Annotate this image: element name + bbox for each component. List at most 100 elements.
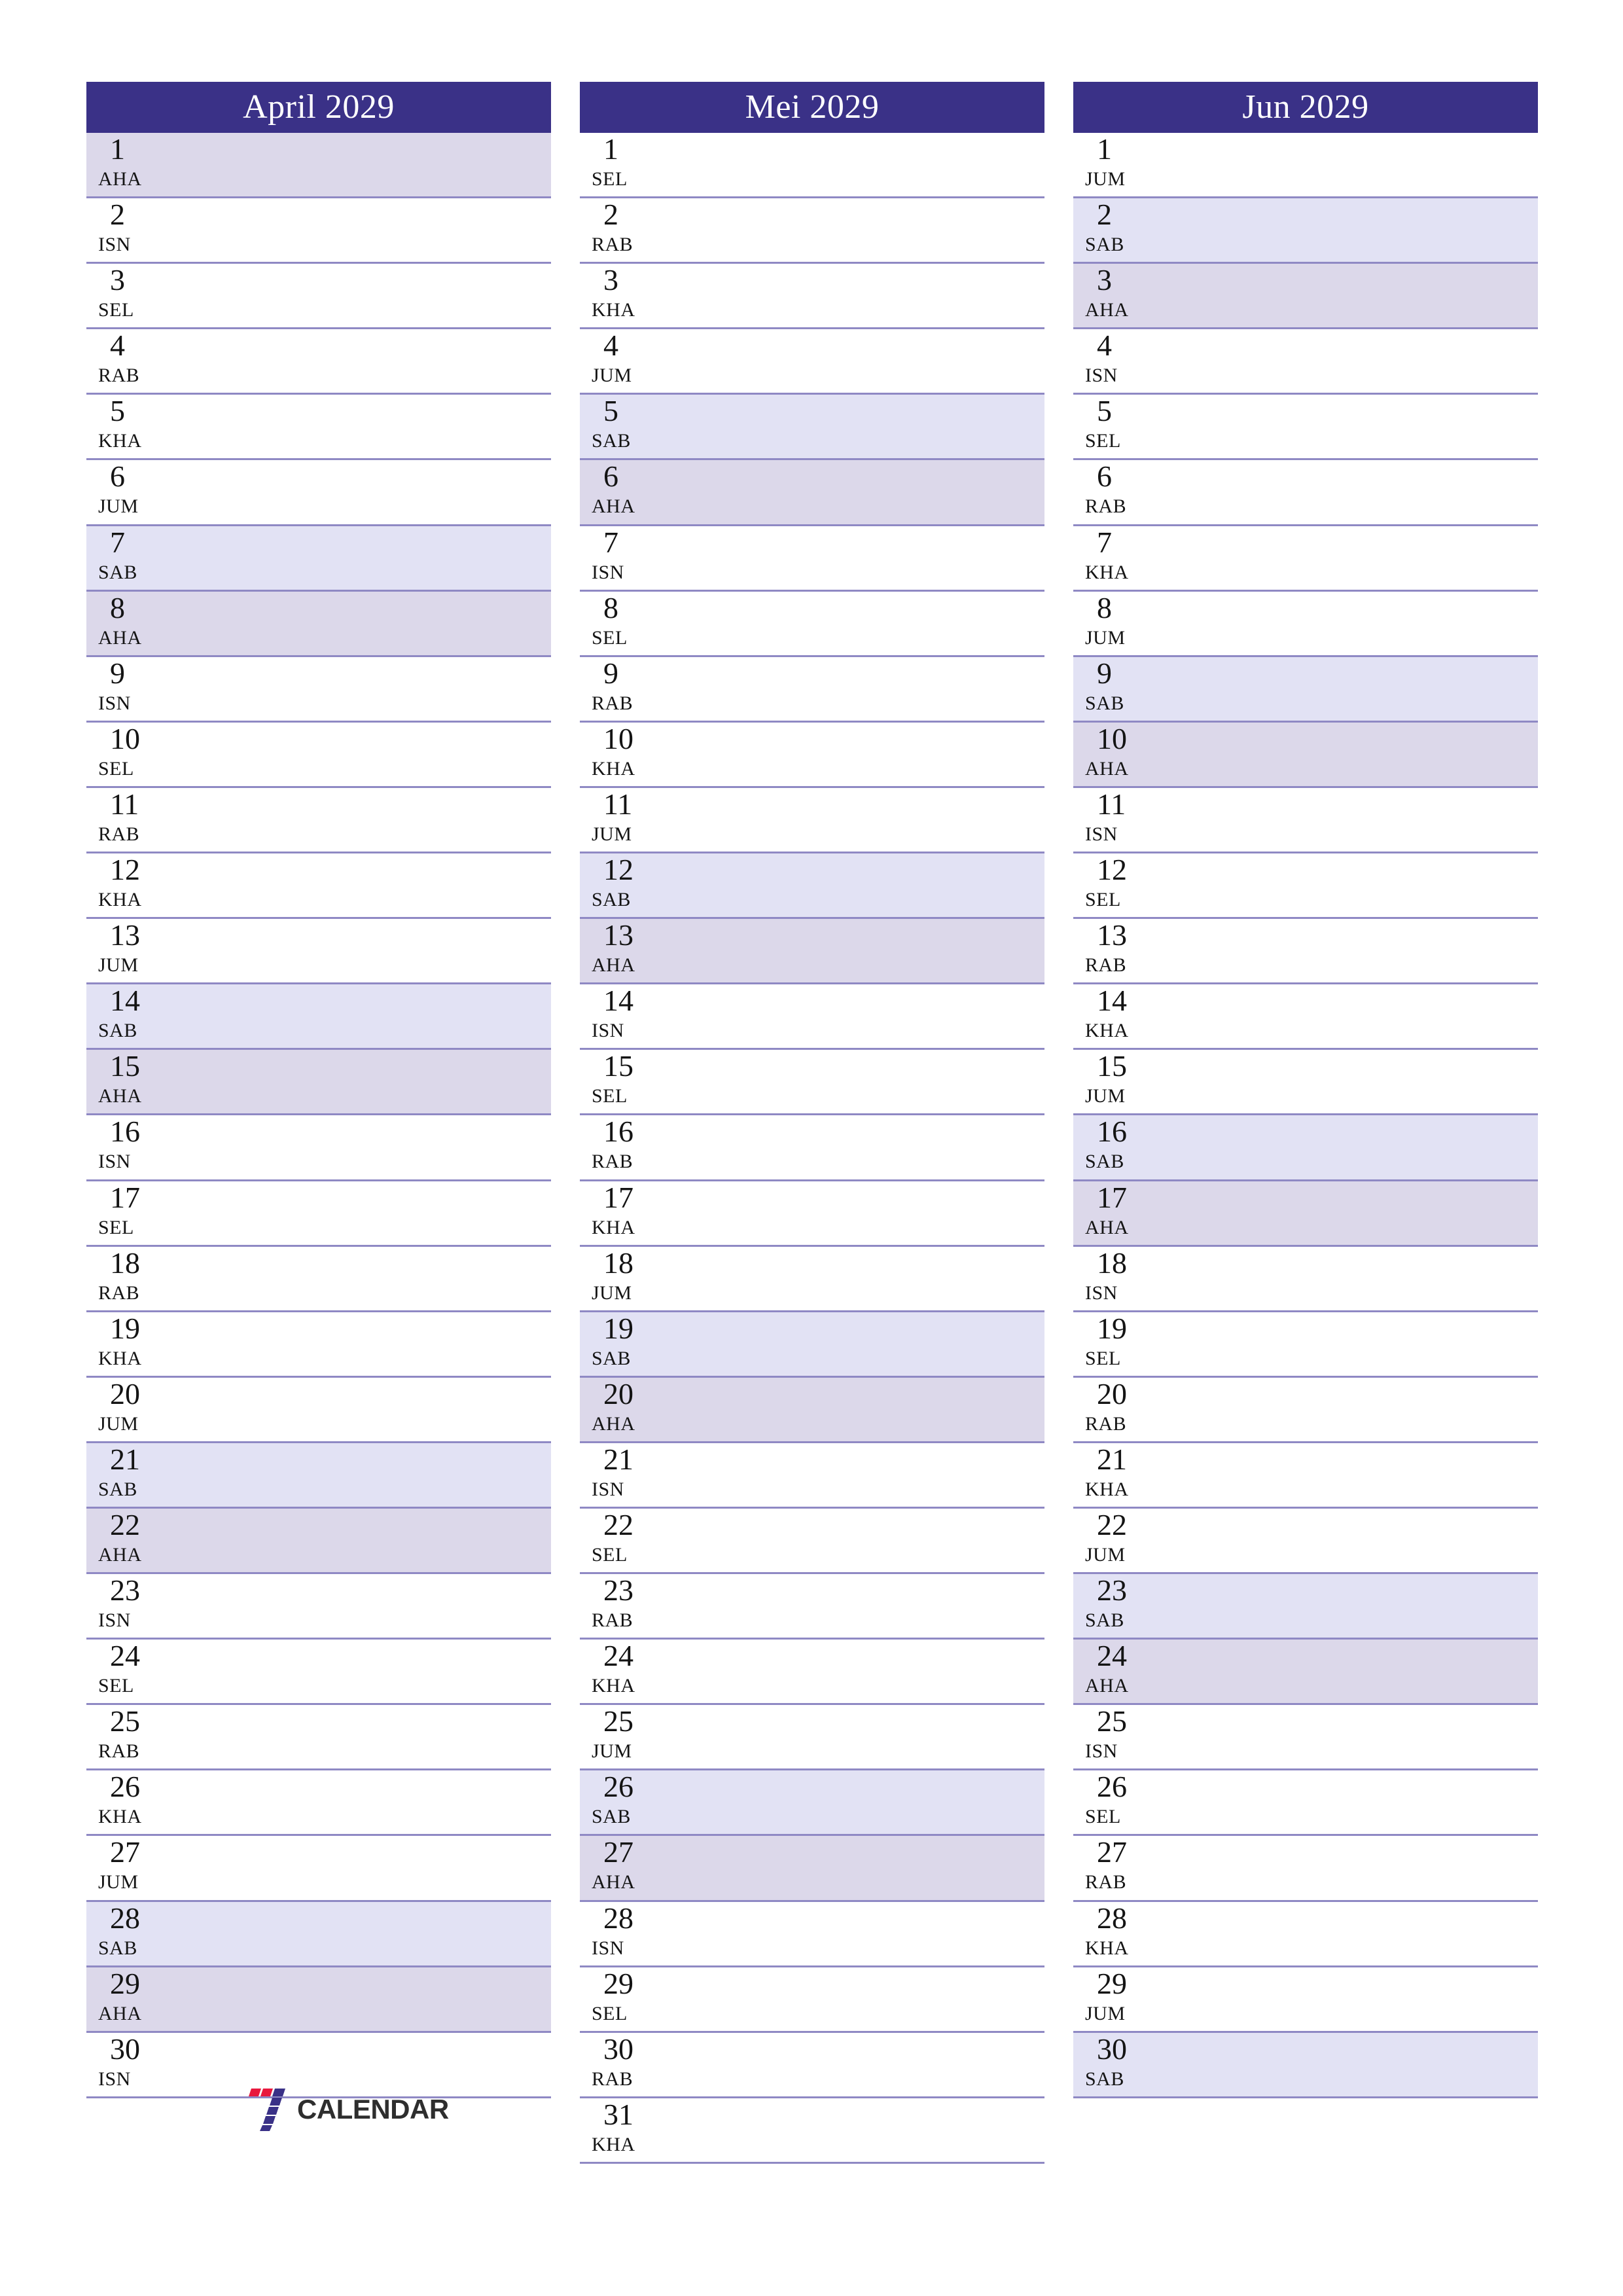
day-weekday-abbr: SAB	[592, 430, 631, 452]
day-cell[interactable]: 16 SAB	[1073, 1115, 1538, 1181]
day-cell[interactable]: 27 AHA	[580, 1836, 1044, 1902]
day-cell[interactable]: 2 SAB	[1073, 198, 1538, 264]
day-cell[interactable]: 1 JUM	[1073, 133, 1538, 199]
day-cell[interactable]: 18 ISN	[1073, 1246, 1538, 1312]
day-weekday-abbr: ISN	[592, 561, 624, 583]
day-cell[interactable]: 13 AHA	[580, 919, 1044, 985]
day-cell[interactable]: 13 RAB	[1073, 919, 1538, 985]
day-cell[interactable]: 7 SAB	[86, 526, 551, 592]
day-cell[interactable]: 9 ISN	[86, 656, 551, 723]
day-cell[interactable]: 26 SEL	[1073, 1770, 1538, 1837]
day-cell[interactable]: 30 SAB	[1073, 2032, 1538, 2098]
day-cell[interactable]: 15 SEL	[580, 1050, 1044, 1116]
day-number: 22	[110, 1508, 140, 1541]
day-cell[interactable]: 14 ISN	[580, 984, 1044, 1050]
day-weekday-abbr: KHA	[592, 757, 635, 780]
day-cell[interactable]: 31 KHA	[580, 2098, 1044, 2164]
day-weekday-abbr: AHA	[1085, 299, 1129, 321]
day-cell[interactable]: 24 SEL	[86, 1640, 551, 1706]
day-cell[interactable]: 19 KHA	[86, 1312, 551, 1378]
day-cell[interactable]: 27 JUM	[86, 1836, 551, 1902]
day-cell[interactable]: 21 SAB	[86, 1443, 551, 1509]
day-cell[interactable]: 28 ISN	[580, 1901, 1044, 1967]
day-cell[interactable]: 12 SAB	[580, 853, 1044, 920]
day-cell[interactable]: 10 AHA	[1073, 722, 1538, 788]
day-cell[interactable]: 17 KHA	[580, 1181, 1044, 1247]
day-cell[interactable]: 5 SAB	[580, 395, 1044, 461]
day-cell[interactable]: 7 ISN	[580, 526, 1044, 592]
day-cell[interactable]: 13 JUM	[86, 919, 551, 985]
day-cell[interactable]: 12 SEL	[1073, 853, 1538, 920]
day-cell[interactable]: 22 JUM	[1073, 1508, 1538, 1575]
day-cell[interactable]: 23 SAB	[1073, 1574, 1538, 1640]
day-weekday-abbr: SEL	[592, 626, 628, 649]
day-cell[interactable]: 3 SEL	[86, 264, 551, 330]
day-cell[interactable]: 8 AHA	[86, 591, 551, 657]
day-cell[interactable]: 12 KHA	[86, 853, 551, 920]
day-number: 5	[603, 395, 618, 428]
day-cell[interactable]: 27 RAB	[1073, 1836, 1538, 1902]
day-cell[interactable]: 8 JUM	[1073, 591, 1538, 657]
day-cell[interactable]: 18 JUM	[580, 1246, 1044, 1312]
day-cell[interactable]: 9 SAB	[1073, 656, 1538, 723]
day-cell[interactable]: 9 RAB	[580, 656, 1044, 723]
day-cell[interactable]: 17 AHA	[1073, 1181, 1538, 1247]
day-cell[interactable]: 4 JUM	[580, 329, 1044, 395]
day-cell[interactable]: 10 SEL	[86, 722, 551, 788]
day-cell[interactable]: 5 KHA	[86, 395, 551, 461]
day-number: 25	[110, 1705, 140, 1738]
day-cell[interactable]: 2 RAB	[580, 198, 1044, 264]
day-cell[interactable]: 1 SEL	[580, 133, 1044, 199]
day-cell[interactable]: 29 JUM	[1073, 1967, 1538, 2033]
day-cell[interactable]: 25 ISN	[1073, 1705, 1538, 1771]
day-cell[interactable]: 4 RAB	[86, 329, 551, 395]
day-cell[interactable]: 17 SEL	[86, 1181, 551, 1247]
day-cell[interactable]: 4 ISN	[1073, 329, 1538, 395]
day-cell[interactable]: 23 RAB	[580, 1574, 1044, 1640]
day-cell[interactable]: 1 AHA	[86, 133, 551, 199]
day-cell[interactable]: 30 RAB	[580, 2032, 1044, 2098]
day-cell[interactable]: 6 AHA	[580, 460, 1044, 526]
day-cell[interactable]: 25 RAB	[86, 1705, 551, 1771]
day-cell[interactable]: 29 SEL	[580, 1967, 1044, 2033]
day-cell[interactable]: 16 ISN	[86, 1115, 551, 1181]
day-cell[interactable]: 3 AHA	[1073, 264, 1538, 330]
day-number: 13	[1097, 919, 1127, 952]
day-cell[interactable]: 14 SAB	[86, 984, 551, 1050]
day-weekday-abbr: SAB	[1085, 1151, 1124, 1173]
day-cell[interactable]: 19 SEL	[1073, 1312, 1538, 1378]
day-cell[interactable]: 20 RAB	[1073, 1377, 1538, 1443]
day-cell[interactable]: 24 KHA	[580, 1640, 1044, 1706]
day-cell[interactable]: 21 ISN	[580, 1443, 1044, 1509]
day-cell[interactable]: 26 KHA	[86, 1770, 551, 1837]
day-cell[interactable]: 6 RAB	[1073, 460, 1538, 526]
day-cell[interactable]: 15 JUM	[1073, 1050, 1538, 1116]
day-cell[interactable]: 22 SEL	[580, 1508, 1044, 1575]
day-cell[interactable]: 14 KHA	[1073, 984, 1538, 1050]
day-cell[interactable]: 2 ISN	[86, 198, 551, 264]
day-cell[interactable]: 26 SAB	[580, 1770, 1044, 1837]
day-cell[interactable]: 18 RAB	[86, 1246, 551, 1312]
day-cell[interactable]: 5 SEL	[1073, 395, 1538, 461]
day-cell[interactable]: 7 KHA	[1073, 526, 1538, 592]
day-cell[interactable]: 6 JUM	[86, 460, 551, 526]
day-cell[interactable]: 3 KHA	[580, 264, 1044, 330]
day-cell[interactable]: 29 AHA	[86, 1967, 551, 2033]
day-cell[interactable]: 20 AHA	[580, 1377, 1044, 1443]
day-cell[interactable]: 24 AHA	[1073, 1640, 1538, 1706]
day-cell[interactable]: 23 ISN	[86, 1574, 551, 1640]
day-cell[interactable]: 8 SEL	[580, 591, 1044, 657]
day-cell[interactable]: 28 SAB	[86, 1901, 551, 1967]
day-cell[interactable]: 25 JUM	[580, 1705, 1044, 1771]
day-cell[interactable]: 20 JUM	[86, 1377, 551, 1443]
day-cell[interactable]: 28 KHA	[1073, 1901, 1538, 1967]
day-cell[interactable]: 21 KHA	[1073, 1443, 1538, 1509]
day-cell[interactable]: 11 JUM	[580, 787, 1044, 854]
day-cell[interactable]: 22 AHA	[86, 1508, 551, 1575]
day-cell[interactable]: 19 SAB	[580, 1312, 1044, 1378]
day-cell[interactable]: 16 RAB	[580, 1115, 1044, 1181]
day-cell[interactable]: 11 RAB	[86, 787, 551, 854]
day-cell[interactable]: 10 KHA	[580, 722, 1044, 788]
day-cell[interactable]: 15 AHA	[86, 1050, 551, 1116]
day-cell[interactable]: 11 ISN	[1073, 787, 1538, 854]
